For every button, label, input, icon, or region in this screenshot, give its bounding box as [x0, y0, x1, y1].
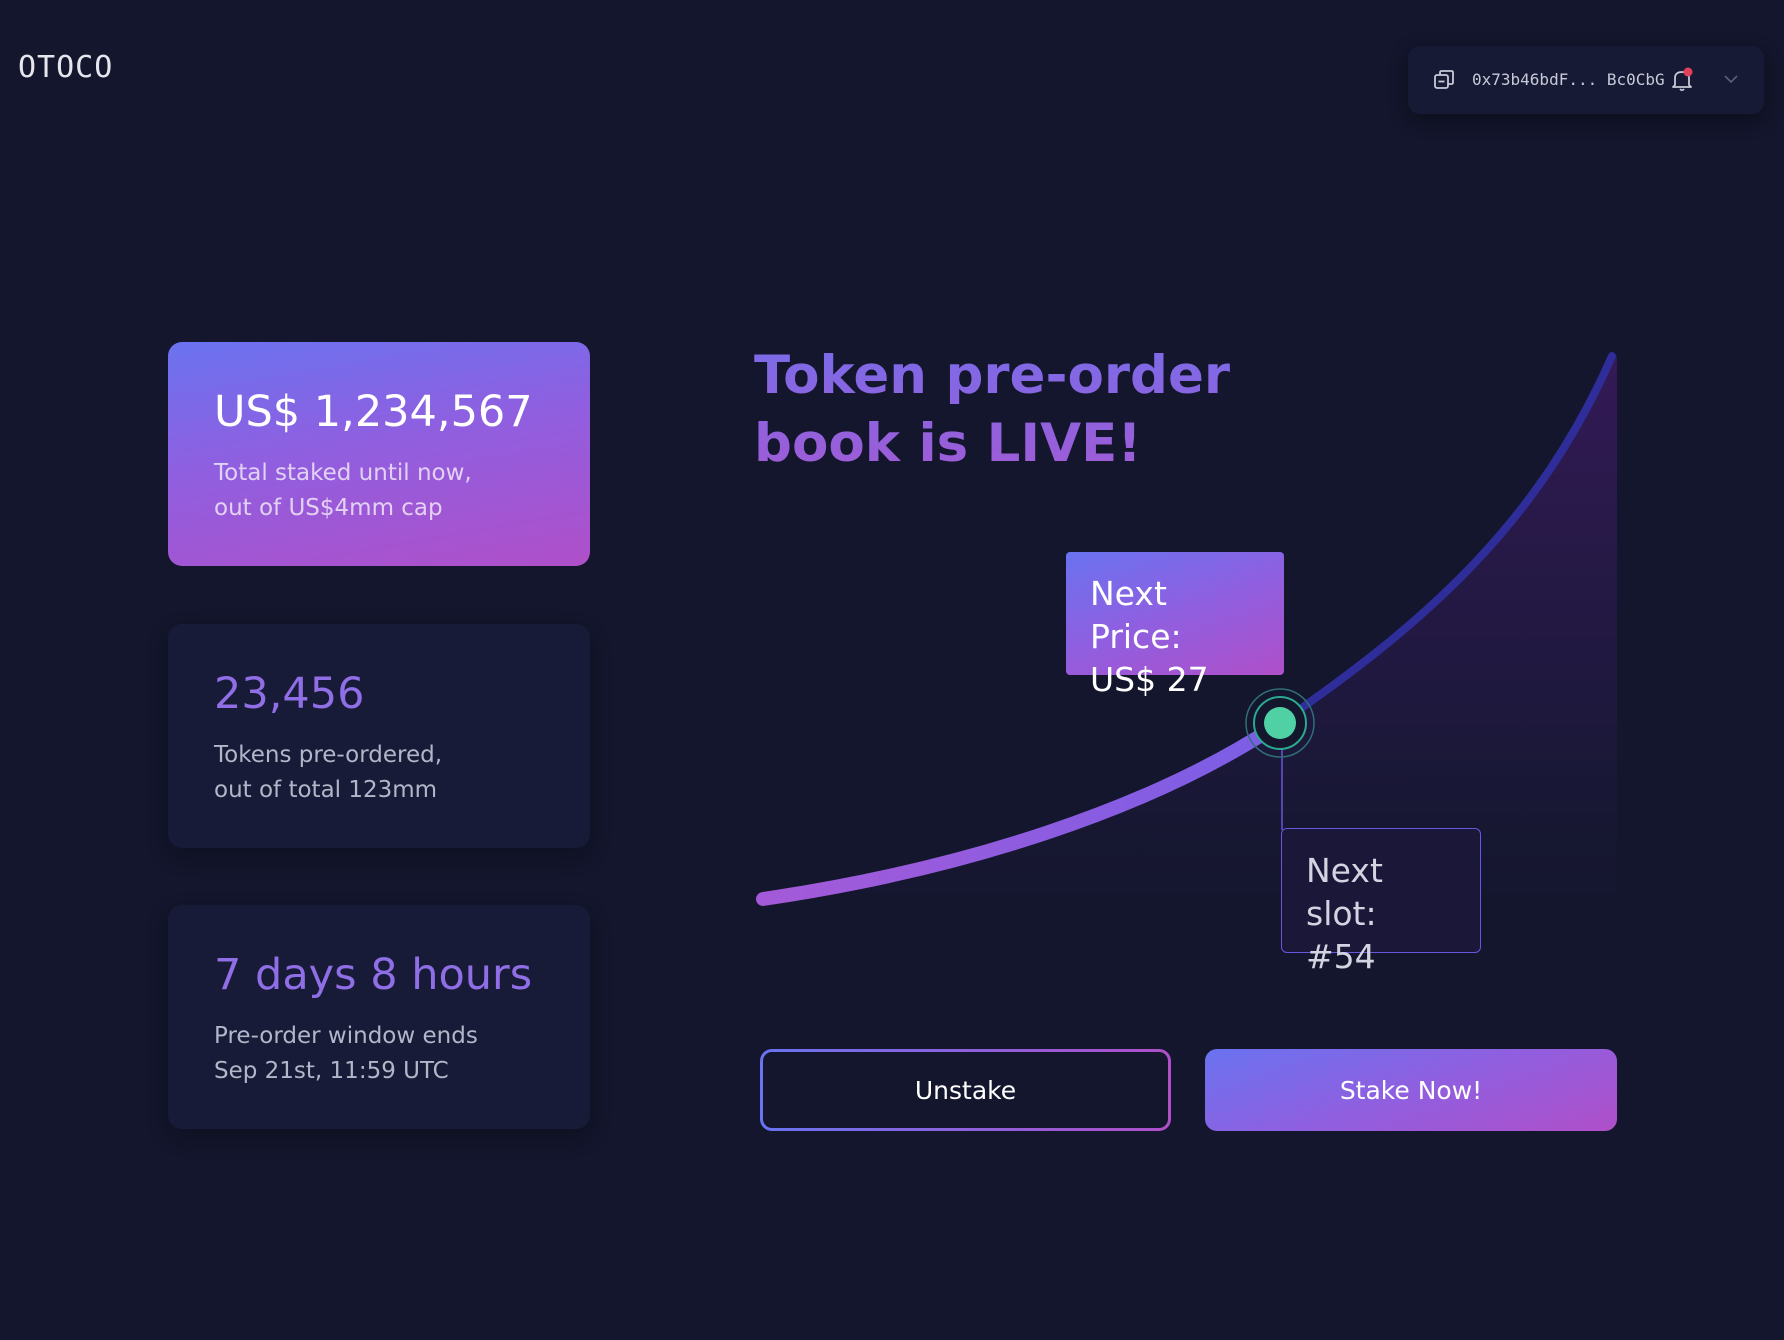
next-price-value: US$ 27 [1090, 660, 1209, 699]
next-slot-tooltip: Next slot: #54 [1281, 828, 1481, 976]
next-price-tooltip: Next Price: US$ 27 [1066, 552, 1284, 699]
next-slot-value: #54 [1306, 937, 1376, 976]
unstake-button[interactable]: Unstake [760, 1049, 1171, 1131]
price-curve-graphic [756, 352, 1617, 1010]
app-root: OTOCO 0x73b46bdF... Bc0CbG US$ 1,234,567… [0, 0, 1784, 1340]
next-slot-label: Next slot: [1306, 851, 1383, 933]
stake-now-button[interactable]: Stake Now! [1205, 1049, 1617, 1131]
next-price-label: Next Price: [1090, 574, 1182, 656]
current-position-marker [1264, 707, 1296, 739]
